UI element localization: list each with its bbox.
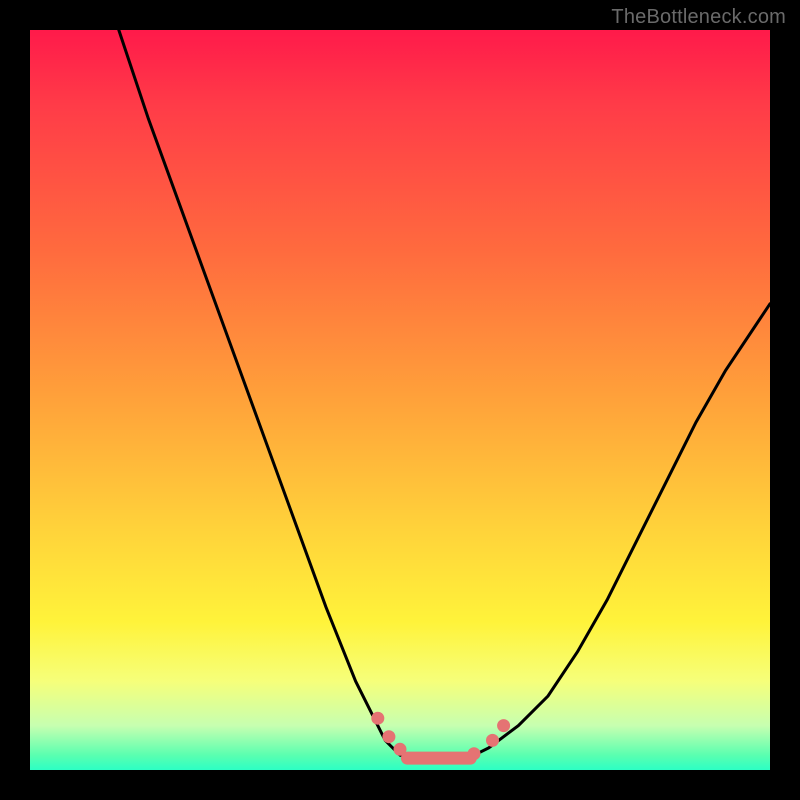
data-marker [486, 734, 499, 747]
attribution-label: TheBottleneck.com [611, 6, 786, 29]
chart-frame: TheBottleneck.com [0, 0, 800, 800]
gradient-plot-area [30, 30, 770, 770]
data-marker [468, 747, 481, 760]
bottleneck-curve-path [119, 30, 770, 759]
bottleneck-curve [30, 30, 770, 770]
data-marker [382, 730, 395, 743]
data-marker [497, 719, 510, 732]
data-marker [371, 712, 384, 725]
data-marker [394, 743, 407, 756]
